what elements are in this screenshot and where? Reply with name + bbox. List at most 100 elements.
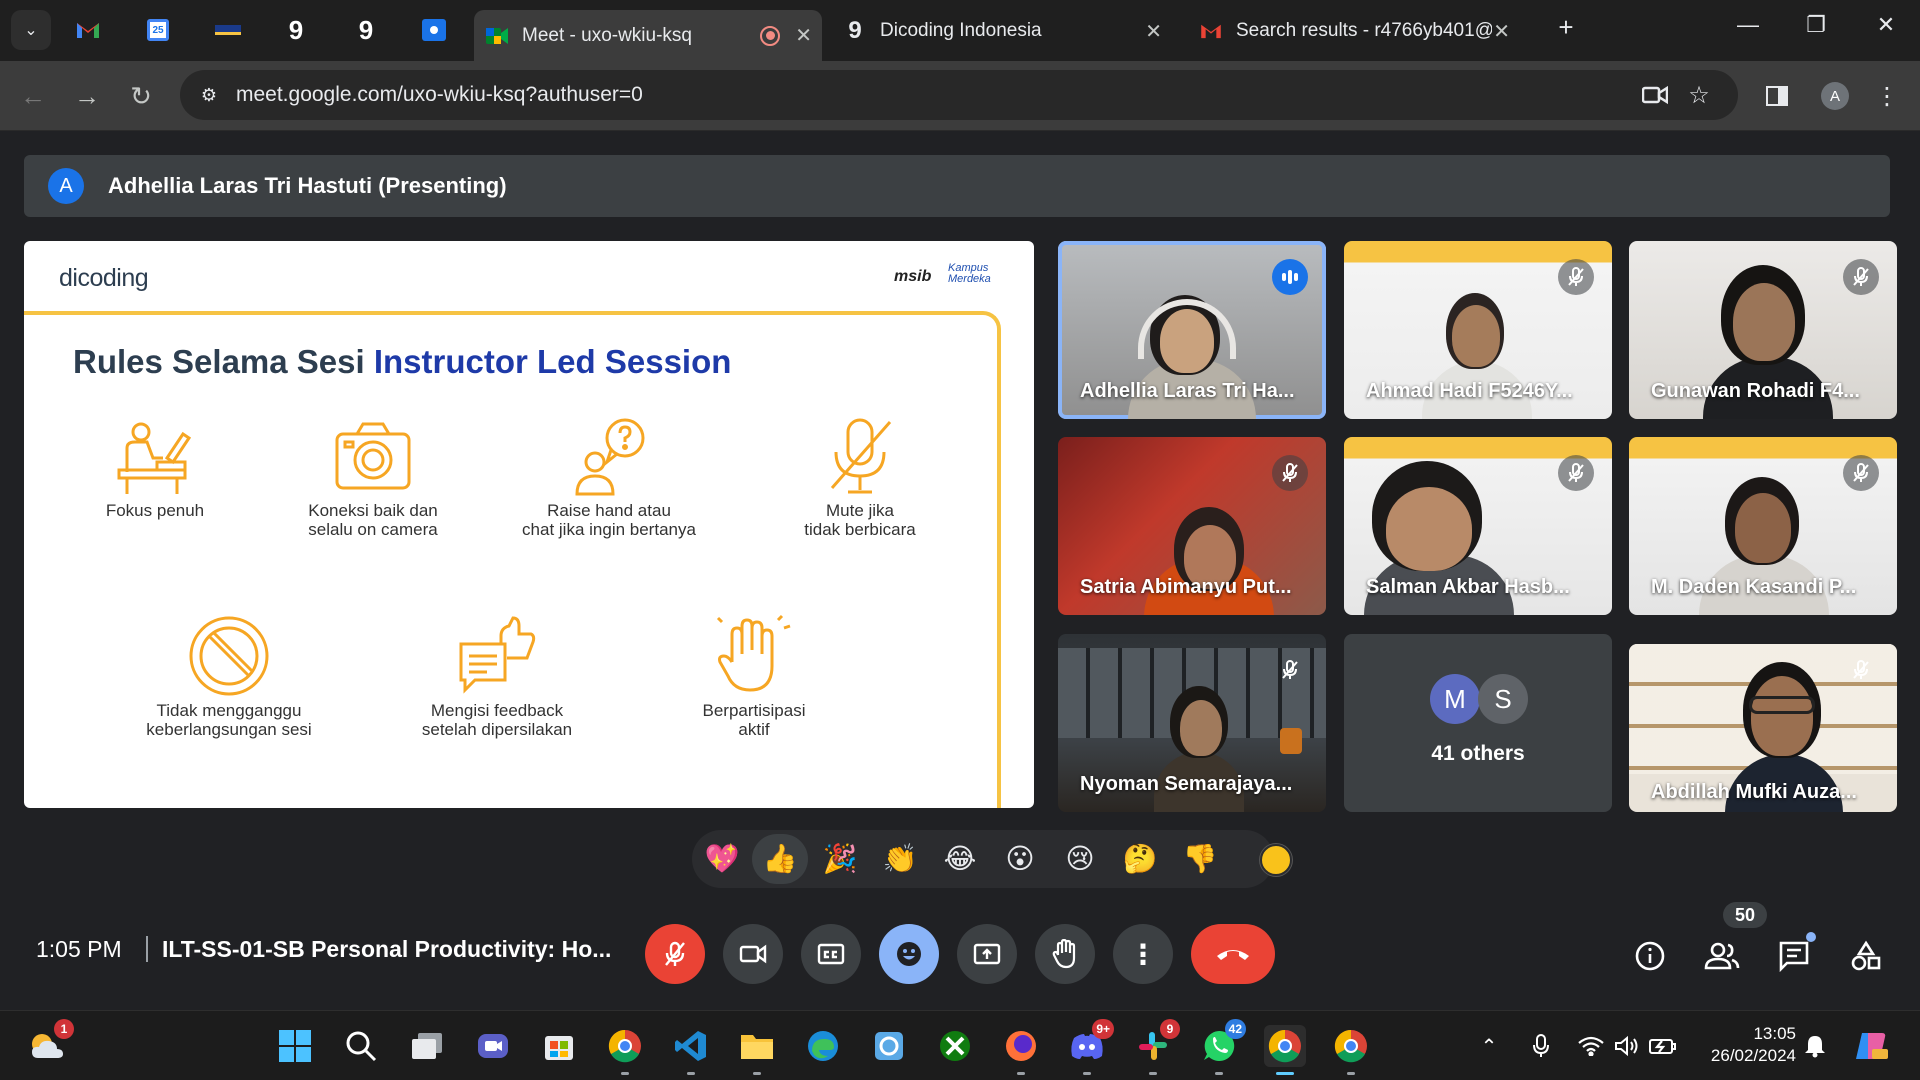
taskbar-chrome-3[interactable] (1330, 1025, 1372, 1075)
pinned-tab-calendar[interactable]: 25 (140, 12, 176, 48)
skin-tone-button[interactable] (1260, 844, 1292, 876)
shapes-icon (1851, 940, 1881, 971)
taskbar-whatsapp[interactable]: 42 (1198, 1019, 1246, 1075)
site-info-icon[interactable]: ⚙ (194, 80, 224, 110)
activities-button[interactable] (1846, 936, 1886, 976)
taskbar-file-explorer[interactable] (736, 1025, 778, 1075)
mic-toggle-button[interactable] (645, 924, 705, 984)
tab-dicoding[interactable]: 9 Dicoding Indonesia ✕ (832, 10, 1172, 52)
close-tab-icon[interactable]: ✕ (795, 23, 812, 48)
search-icon (346, 1031, 377, 1062)
chat-button[interactable] (1774, 932, 1816, 976)
battery-charging-icon (1649, 1039, 1676, 1054)
taskbar-vscode[interactable] (670, 1025, 712, 1075)
copilot-button[interactable] (1850, 1025, 1892, 1067)
taskbar-meet-chat[interactable] (472, 1025, 514, 1067)
pinned-tab-bookmark[interactable] (210, 12, 246, 48)
tab-search-button[interactable]: ⌄ (11, 10, 51, 50)
reaction-thumbs-down[interactable]: 👎 (1180, 841, 1220, 877)
participant-tile[interactable]: Abdillah Mufki Auza... (1629, 644, 1897, 812)
taskbar-discord[interactable]: 9+ (1066, 1019, 1114, 1075)
back-button[interactable]: ← (16, 79, 50, 113)
reactions-button[interactable] (879, 924, 939, 984)
participant-tile[interactable]: Gunawan Rohadi F4... (1629, 241, 1897, 419)
battery-tray[interactable] (1648, 1025, 1678, 1067)
participant-name: Satria Abimanyu Put... (1080, 576, 1292, 598)
camera-toggle-button[interactable] (723, 924, 783, 984)
rule-item: Fokus penuh (55, 411, 255, 520)
pinned-tab-dicoding-2[interactable]: 9 (348, 12, 384, 48)
people-button[interactable] (1702, 936, 1742, 976)
firefox-icon (1006, 1031, 1036, 1061)
reaction-surprised[interactable]: 😮 (1000, 841, 1040, 877)
participant-tile[interactable]: Adhellia Laras Tri Ha... (1058, 241, 1326, 419)
wifi-tray[interactable] (1576, 1025, 1606, 1067)
leave-call-button[interactable] (1191, 924, 1275, 984)
notification-badge: 9 (1160, 1019, 1180, 1039)
reaction-thumbs-up[interactable]: 👍 (752, 834, 808, 884)
meeting-details-button[interactable] (1630, 936, 1670, 976)
glasses (1749, 696, 1815, 714)
chrome-icon (1268, 1029, 1301, 1063)
dicoding-icon: 9 (358, 14, 374, 45)
taskbar-slack[interactable]: 9 (1132, 1019, 1180, 1075)
taskbar-xbox[interactable] (934, 1025, 976, 1067)
start-button[interactable] (274, 1025, 316, 1067)
weather-widget[interactable]: 1 (26, 1019, 74, 1067)
reaction-heart[interactable]: 💖 (702, 841, 742, 877)
lamp-glow (1280, 728, 1302, 754)
address-bar[interactable]: ⚙ meet.google.com/uxo-wkiu-ksq?authuser=… (180, 70, 1738, 120)
present-screen-button[interactable] (957, 924, 1017, 984)
reaction-laugh[interactable]: 😂 (940, 841, 980, 877)
bookmark-star-icon[interactable]: ☆ (1684, 80, 1714, 110)
participant-tile[interactable]: Satria Abimanyu Put... (1058, 437, 1326, 615)
feedback-icon (397, 611, 597, 701)
pinned-tab-dicoding-1[interactable]: 9 (278, 12, 314, 48)
more-options-button[interactable]: ⋮ (1113, 924, 1173, 984)
raise-hand-button[interactable] (1035, 924, 1095, 984)
others-tile[interactable]: M S 41 others (1344, 634, 1612, 812)
reaction-thinking[interactable]: 🤔 (1120, 841, 1160, 877)
taskbar-firefox[interactable] (1000, 1025, 1042, 1075)
browser-menu-icon[interactable]: ⋮ (1872, 81, 1902, 111)
microphone-tray[interactable] (1526, 1025, 1556, 1067)
close-window-button[interactable]: ✕ (1866, 12, 1906, 38)
task-view-button[interactable] (406, 1025, 448, 1067)
taskbar-chrome-2[interactable] (1264, 1025, 1306, 1075)
show-hidden-icons-button[interactable]: ⌃ (1474, 1025, 1504, 1067)
participant-tile[interactable]: Ahmad Hadi F5246Y... (1344, 241, 1612, 419)
restore-button[interactable]: ❐ (1796, 12, 1836, 38)
participant-tile[interactable]: Nyoman Semarajaya... (1058, 634, 1326, 812)
reaction-clap[interactable]: 👏 (880, 841, 920, 877)
taskbar-store[interactable] (538, 1025, 580, 1067)
notifications-button[interactable] (1800, 1025, 1830, 1067)
participant-name: Salman Akbar Hasb... (1366, 576, 1570, 598)
side-panel-icon[interactable] (1762, 81, 1792, 111)
minimize-button[interactable]: — (1728, 12, 1768, 38)
participant-tile[interactable]: Salman Akbar Hasb... (1344, 437, 1612, 615)
taskbar-photos[interactable] (868, 1025, 910, 1067)
profile-button[interactable]: A (1820, 81, 1850, 111)
reaction-party[interactable]: 🎉 (820, 841, 860, 877)
camera-permission-icon[interactable] (1640, 80, 1670, 110)
mic-off-icon (665, 941, 685, 966)
pinned-tab-gmail[interactable] (70, 12, 106, 48)
close-tab-icon[interactable]: ✕ (1493, 19, 1510, 44)
captions-button[interactable] (801, 924, 861, 984)
system-clock[interactable]: 13:05 26/02/2024 (1698, 1023, 1796, 1067)
taskbar-chrome-1[interactable] (604, 1025, 646, 1075)
tab-gmail-search[interactable]: Search results - r4766yb401@d ✕ (1188, 10, 1520, 52)
search-button[interactable] (340, 1025, 382, 1067)
forward-button[interactable]: → (70, 79, 104, 113)
participant-count-badge: 50 (1723, 902, 1767, 928)
reload-button[interactable]: ↻ (124, 79, 158, 113)
calendar-icon: 25 (147, 19, 169, 41)
new-tab-button[interactable]: + (1546, 12, 1586, 43)
reaction-sad[interactable]: 😢 (1060, 841, 1100, 877)
close-tab-icon[interactable]: ✕ (1145, 19, 1162, 44)
pinned-tab-contacts[interactable] (416, 12, 452, 48)
taskbar-edge[interactable] (802, 1025, 844, 1067)
volume-tray[interactable] (1612, 1025, 1642, 1067)
tab-meet[interactable]: Meet - uxo-wkiu-ksq ✕ (474, 10, 822, 61)
participant-tile[interactable]: M. Daden Kasandi P... (1629, 437, 1897, 615)
